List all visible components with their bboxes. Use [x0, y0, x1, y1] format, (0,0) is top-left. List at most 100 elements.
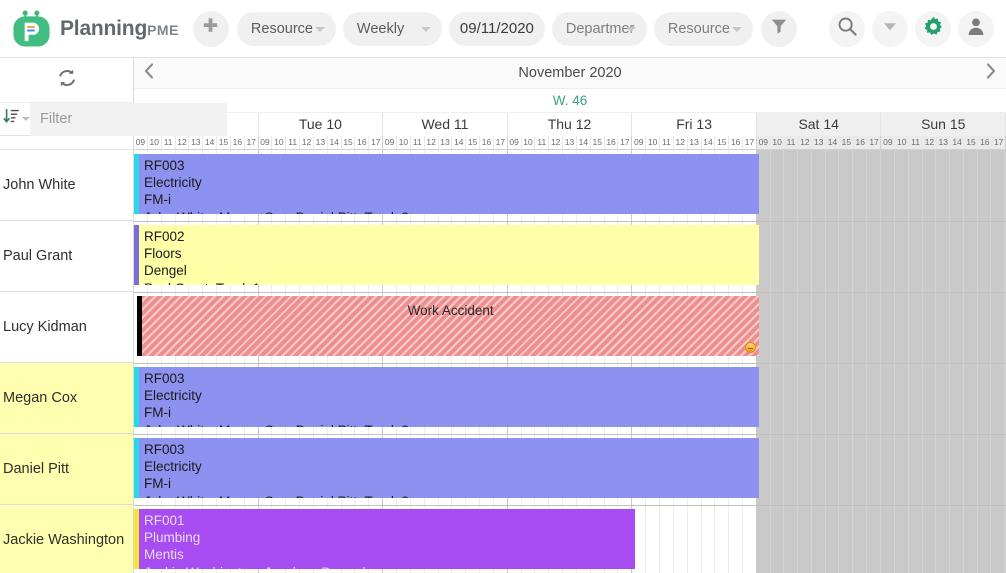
hour-tick: 10 — [272, 136, 286, 149]
task-detail: Floors — [144, 245, 759, 262]
dropdown-menu-button[interactable] — [872, 11, 908, 47]
chevron-right-icon — [985, 63, 997, 84]
chevron-down-icon — [22, 117, 30, 121]
task-bar[interactable]: RF002FloorsDengelPaul Grant, Truck 1 — [134, 225, 759, 285]
resource-row[interactable]: John White — [0, 150, 133, 221]
date-field[interactable]: 09/11/2020 — [449, 12, 545, 46]
hour-tick: 12 — [300, 136, 314, 149]
search-icon — [837, 16, 858, 42]
hour-tick: 15 — [217, 136, 231, 149]
view-period-select[interactable]: Weekly — [343, 12, 442, 46]
top-toolbar: PlanningPME Resource Weekly 09/11/2020 D… — [0, 0, 1006, 58]
hour-group: 091011121314151617 — [632, 136, 757, 149]
hour-tick: 11 — [411, 136, 425, 149]
hour-tick: 13 — [189, 136, 203, 149]
hour-tick: 14 — [328, 136, 342, 149]
hour-tick: 09 — [632, 136, 646, 149]
user-account-button[interactable] — [958, 11, 994, 47]
hour-tick: 09 — [757, 136, 771, 149]
hour-tick: 11 — [660, 136, 674, 149]
day-header-cell[interactable]: Tue 10 — [259, 113, 384, 136]
task-bar[interactable]: RF003ElectricityFM-iJohn White, Megan Co… — [134, 438, 759, 498]
hour-tick: 14 — [702, 136, 716, 149]
day-header-cell[interactable]: Fri 13 — [632, 113, 757, 136]
resource-type-select[interactable]: Resource — [237, 12, 336, 46]
task-bar-content: RF003ElectricityFM-iJohn White, Megan Co… — [139, 154, 759, 214]
task-bar[interactable]: RF001PlumbingMentisJackie Washington, Jo… — [134, 509, 635, 569]
hour-tick: 12 — [176, 136, 190, 149]
hour-tick: 11 — [162, 136, 176, 149]
task-detail: FM-i — [144, 475, 759, 492]
resource-type-value: Resource — [251, 21, 313, 37]
hour-group: 091011121314151617 — [259, 136, 384, 149]
task-assignees: Jackie Washington, Jocelyne Durand — [144, 564, 635, 569]
resource-name: Daniel Pitt — [3, 461, 69, 477]
task-detail: FM-i — [144, 404, 759, 421]
resource-row[interactable]: Jackie Washington — [0, 505, 133, 573]
sort-button[interactable] — [0, 103, 30, 136]
hour-tick: 15 — [965, 136, 979, 149]
task-bar-content: Work Accident — [142, 296, 759, 356]
hour-tick: 10 — [148, 136, 162, 149]
caret-down-icon — [881, 17, 899, 40]
department-select[interactable]: Departmer — [552, 12, 647, 46]
hour-tick: 15 — [466, 136, 480, 149]
day-header-cell[interactable]: Sun 15 — [881, 113, 1006, 136]
task-assignees: John White, Megan Cox, Daniel Pitt, Truc… — [144, 422, 759, 427]
day-header-cell[interactable]: Thu 12 — [508, 113, 633, 136]
hour-tick: 13 — [812, 136, 826, 149]
hour-tick: 10 — [895, 136, 909, 149]
next-period-button[interactable] — [976, 58, 1006, 88]
resource-row[interactable]: Paul Grant — [0, 221, 133, 292]
resource-name: Paul Grant — [3, 248, 72, 264]
hour-group: 091011121314151617 — [881, 136, 1006, 149]
timeline-body[interactable]: RF003ElectricityFM-iJohn White, Megan Co… — [134, 150, 1006, 573]
day-header-cell[interactable]: Sat 14 — [757, 113, 882, 136]
refresh-button[interactable] — [0, 58, 133, 103]
resource-row[interactable]: Lucy Kidman — [0, 292, 133, 363]
hour-tick: 10 — [646, 136, 660, 149]
hour-tick: 09 — [881, 136, 895, 149]
hour-tick: 17 — [868, 136, 881, 149]
resource-filter-select[interactable]: Resource — [654, 12, 753, 46]
hour-tick: 12 — [425, 136, 439, 149]
planningpme-logo-icon — [12, 9, 51, 48]
hour-tick: 12 — [923, 136, 937, 149]
hour-tick: 15 — [342, 136, 356, 149]
timeline-header: November 2020 W. 46 Mon 09Tue 10Wed 11Th… — [134, 58, 1006, 150]
hour-tick: 14 — [452, 136, 466, 149]
resource-row[interactable]: Megan Cox — [0, 363, 133, 434]
toolbar-right-actions — [829, 11, 994, 47]
hour-tick: 10 — [397, 136, 411, 149]
task-assignees: John White, Megan Cox, Daniel Pitt, Truc… — [144, 493, 759, 498]
day-header-cell[interactable]: Wed 11 — [383, 113, 508, 136]
task-detail: Electricity — [144, 174, 759, 191]
hour-tick: 14 — [826, 136, 840, 149]
hour-tick: 11 — [286, 136, 300, 149]
add-button[interactable] — [193, 11, 229, 47]
filter-input[interactable] — [30, 103, 227, 136]
hour-tick: 17 — [618, 136, 631, 149]
hour-tick: 13 — [688, 136, 702, 149]
hour-tick: 11 — [785, 136, 799, 149]
chevron-down-icon — [626, 27, 636, 32]
settings-button[interactable] — [915, 11, 951, 47]
resource-name: John White — [3, 177, 76, 193]
gear-icon — [923, 16, 944, 42]
task-bar[interactable]: RF003ElectricityFM-iJohn White, Megan Co… — [134, 154, 759, 214]
row-separator — [134, 363, 1006, 364]
resource-filter-value: Resource — [668, 21, 730, 37]
task-bar[interactable]: RF003ElectricityFM-iJohn White, Megan Co… — [134, 367, 759, 427]
hour-tick: 17 — [743, 136, 756, 149]
week-number-label: W. 46 — [134, 89, 1006, 113]
search-button[interactable] — [829, 11, 865, 47]
hour-group: 091011121314151617 — [134, 136, 259, 149]
chevron-down-icon — [315, 27, 325, 32]
filter-button[interactable] — [761, 11, 797, 47]
task-bar-content: RF001PlumbingMentisJackie Washington, Jo… — [139, 509, 635, 569]
hour-tick: 15 — [591, 136, 605, 149]
task-bar[interactable]: Work Accident — [137, 296, 759, 356]
task-reference: RF003 — [144, 370, 759, 387]
task-detail: Electricity — [144, 387, 759, 404]
resource-row[interactable]: Daniel Pitt — [0, 434, 133, 505]
